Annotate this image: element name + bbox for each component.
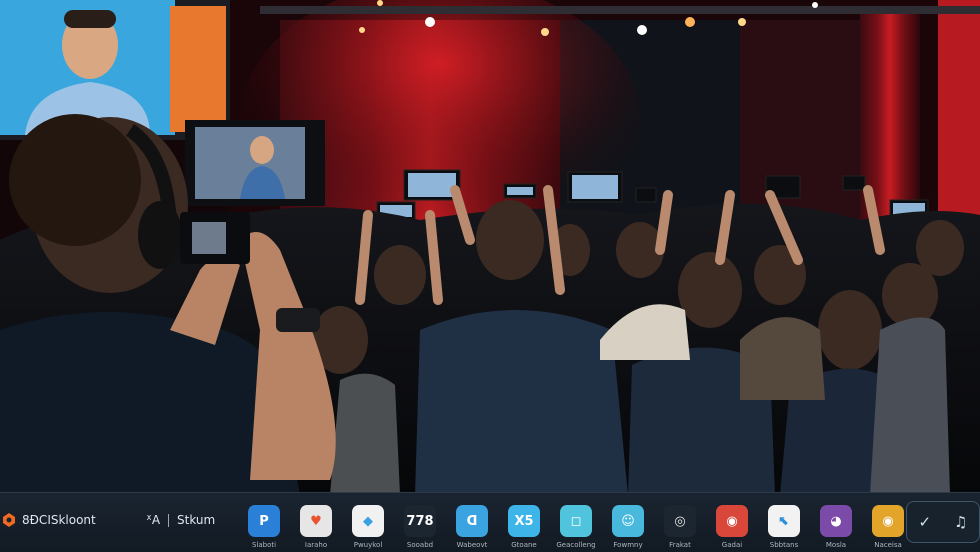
- app-lens-button[interactable]: ◕ Mosla: [820, 505, 872, 549]
- smile-icon: ☺: [612, 505, 644, 537]
- app-label: Pwuykol: [353, 541, 383, 549]
- secondary-brand-label: Stkum: [177, 513, 216, 527]
- app-label: Fowmny: [613, 541, 643, 549]
- link-icon: ⬉: [768, 505, 800, 537]
- app-launcher: P Slaboti ♥ Iaraho ◆ Pwuykol 778 Sooabd ᗡ Wabeovt…: [248, 505, 924, 549]
- app-heart-button[interactable]: ♥ Iaraho: [300, 505, 352, 549]
- brand-label: 8ĐCISkloont: [22, 513, 96, 527]
- app-number-button[interactable]: 778 Sooabd: [404, 505, 456, 549]
- brand-logo-icon: [3, 513, 15, 527]
- app-label: Frakat: [669, 541, 691, 549]
- app-camera-button[interactable]: ◻ Geacolleng: [556, 505, 612, 549]
- taskbar: 8ĐCISkloont ᕽA Stkum P Slaboti ♥ Iaraho ◆ Pwu…: [0, 492, 980, 552]
- app-label: Slaboti: [251, 541, 277, 549]
- pin-icon: ◎: [664, 505, 696, 537]
- app-label: Sbbtans: [769, 541, 799, 549]
- concert-scene: [0, 0, 980, 551]
- crowd-photo: [0, 0, 980, 551]
- check-icon[interactable]: ✓: [918, 513, 931, 531]
- palette-icon: ◆: [352, 505, 384, 537]
- app-label: Naceisa: [874, 541, 902, 549]
- system-tray[interactable]: ✓ ♫: [906, 501, 980, 543]
- chrome-icon: ◉: [716, 505, 748, 537]
- xbox-icon: X5: [508, 505, 540, 537]
- panel-icon: P: [248, 505, 280, 537]
- camera-icon: ◻: [560, 505, 592, 537]
- app-panel-button[interactable]: P Slaboti: [248, 505, 300, 549]
- secondary-brand[interactable]: ᕽA Stkum: [146, 513, 215, 527]
- app-link-button[interactable]: ⬉ Sbbtans: [768, 505, 820, 549]
- heart-icon: ♥: [300, 505, 332, 537]
- number-icon: 778: [404, 505, 436, 537]
- chat-icon: ᗡ: [456, 505, 488, 537]
- divider: [168, 513, 170, 527]
- app-pin-button[interactable]: ◎ Frakat: [664, 505, 716, 549]
- app-chat-button[interactable]: ᗡ Wabeovt: [456, 505, 508, 549]
- app-label: Gadai: [721, 541, 743, 549]
- app-chrome-button[interactable]: ◉ Gadai: [716, 505, 768, 549]
- app-label: Wabeovt: [456, 541, 488, 549]
- lens-icon: ◕: [820, 505, 852, 537]
- secondary-brand-logo: ᕽA: [146, 513, 161, 527]
- app-palette-button[interactable]: ◆ Pwuykol: [352, 505, 404, 549]
- app-label: Geacolleng: [556, 541, 596, 549]
- music-icon[interactable]: ♫: [954, 513, 967, 531]
- app-xbox-button[interactable]: X5 Gtoane: [508, 505, 560, 549]
- chrome-color-icon: ◉: [872, 505, 904, 537]
- brand[interactable]: 8ĐCISkloont: [2, 513, 96, 527]
- app-label: Mosla: [825, 541, 847, 549]
- app-smile-button[interactable]: ☺ Fowmny: [612, 505, 664, 549]
- app-label: Gtoane: [511, 541, 537, 549]
- app-label: Sooabd: [406, 541, 434, 549]
- app-label: Iaraho: [304, 541, 328, 549]
